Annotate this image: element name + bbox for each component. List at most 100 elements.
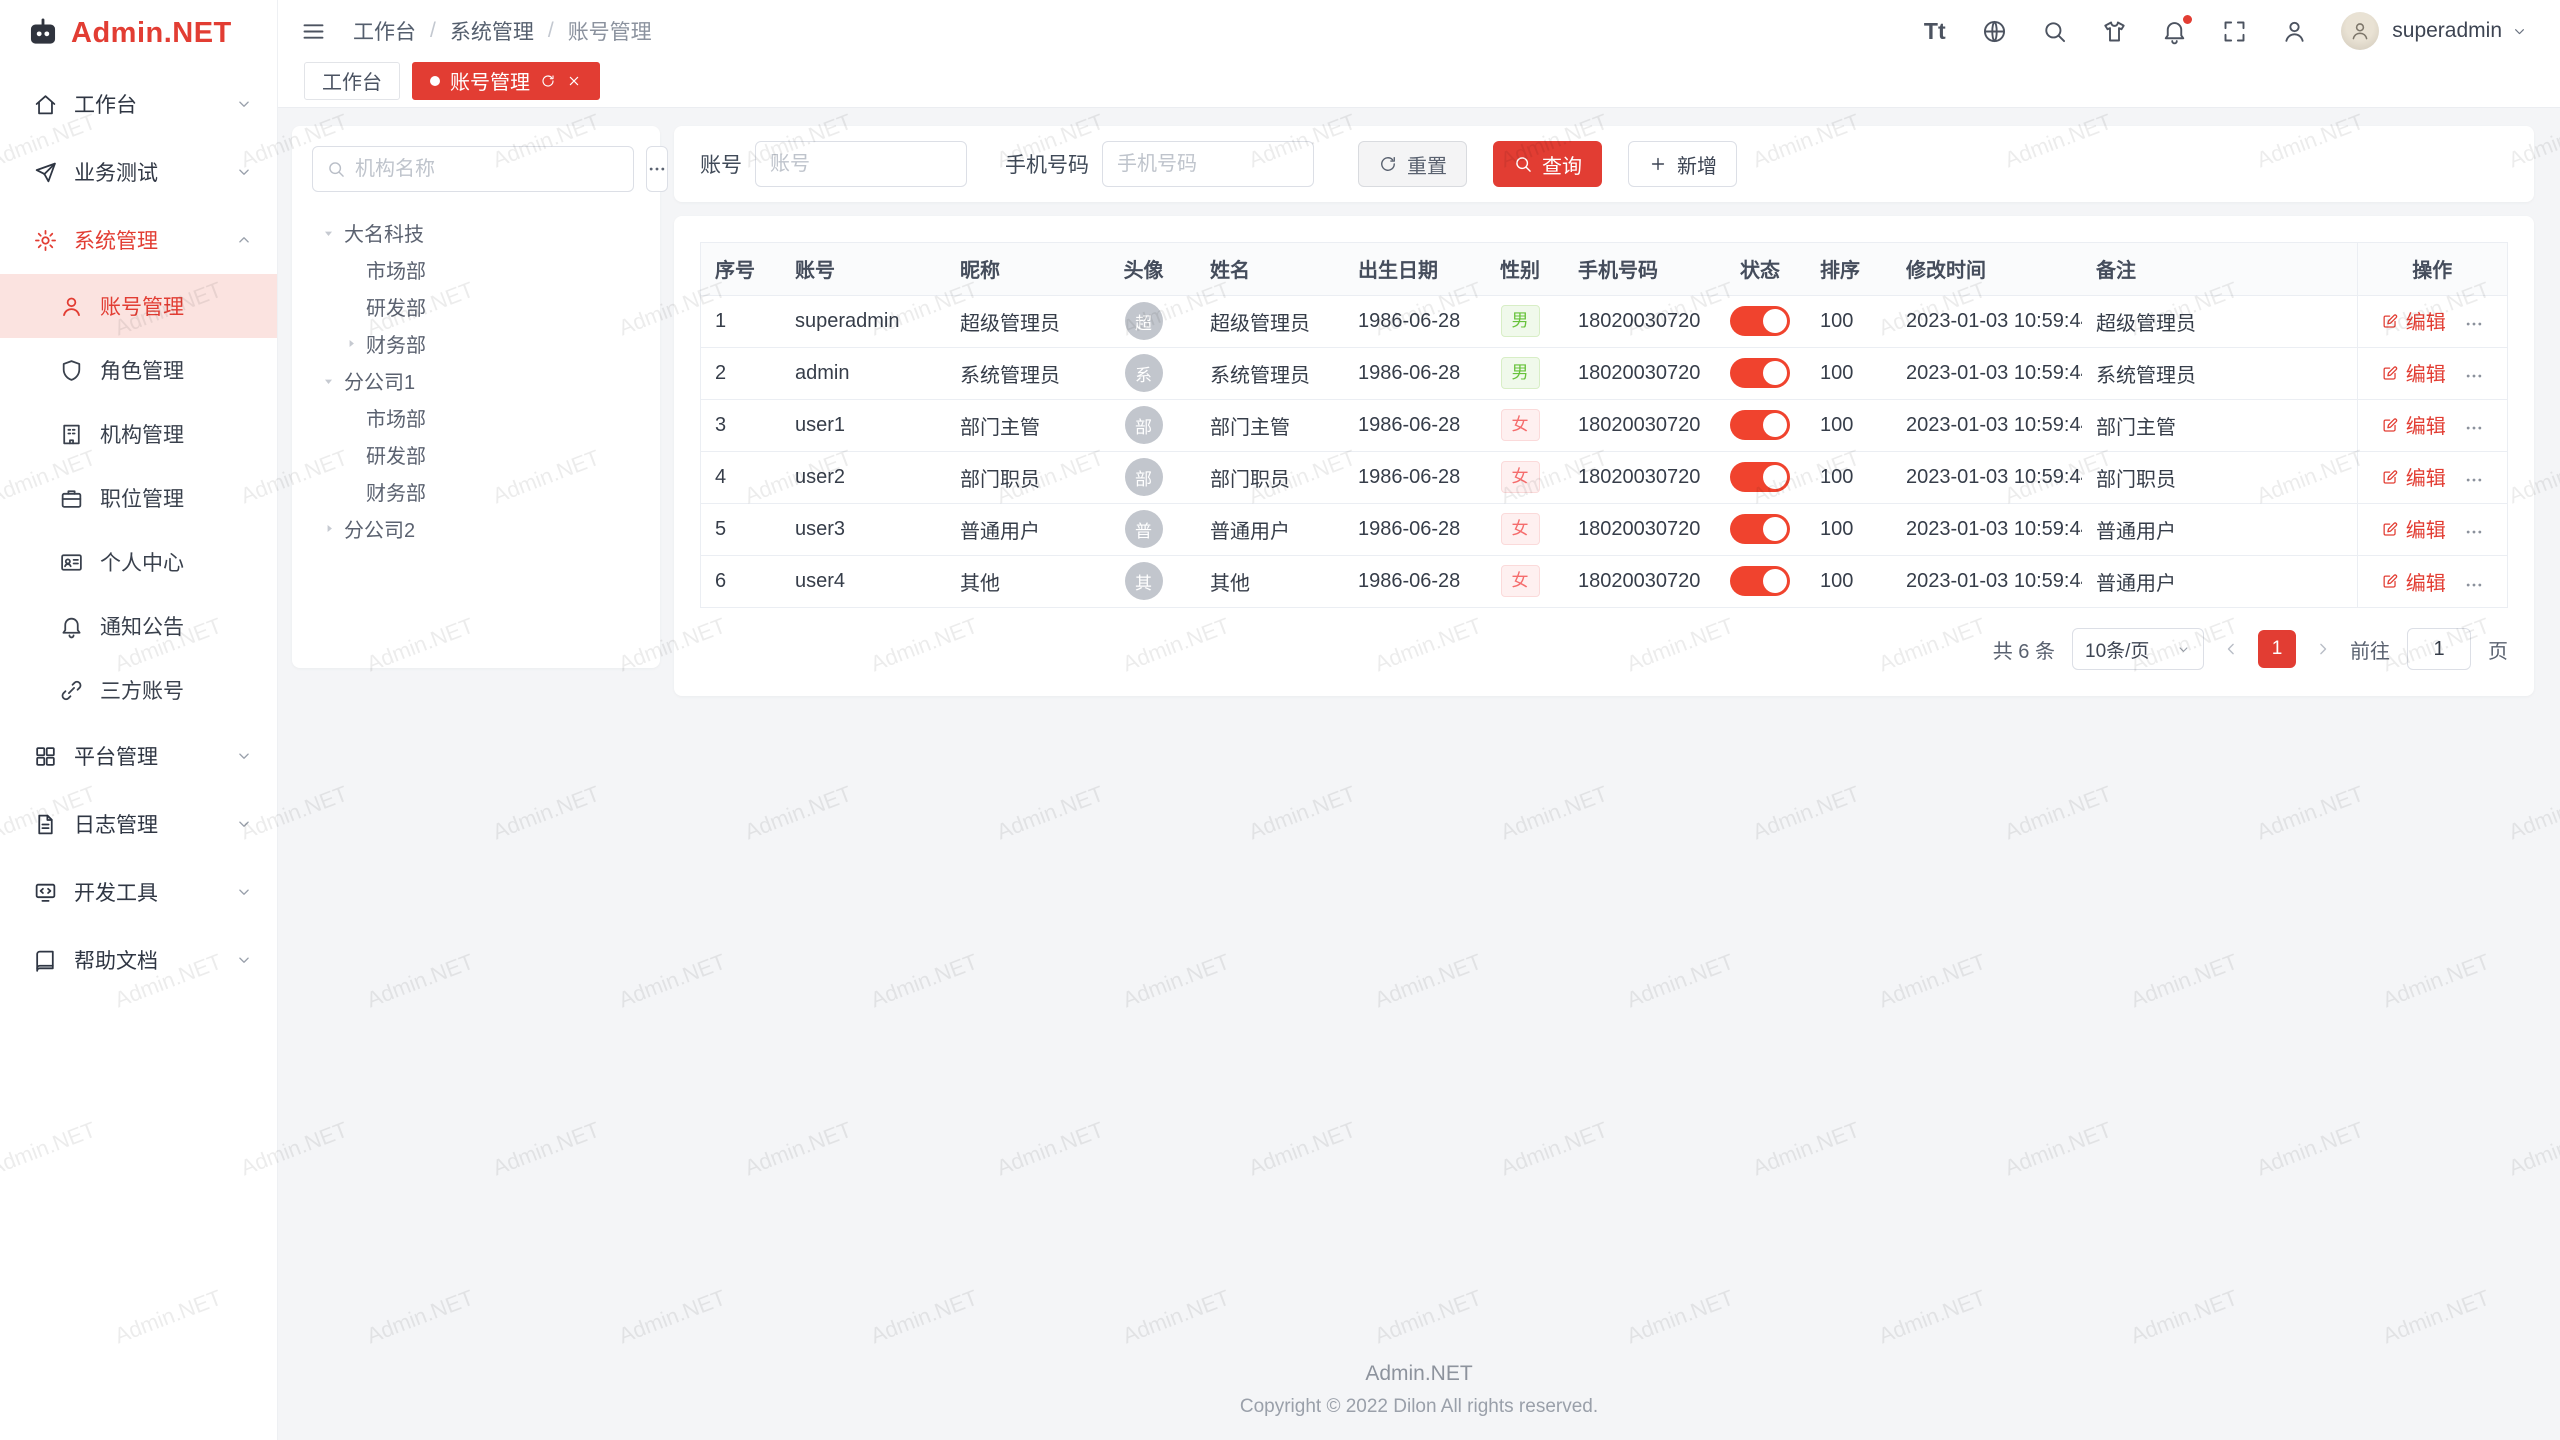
sidebar-item-notice[interactable]: 通知公告: [0, 594, 277, 658]
breadcrumb: 工作台/系统管理/账号管理: [353, 16, 652, 46]
tree-node-label: 研发部: [366, 440, 426, 469]
edit-button[interactable]: 编辑: [2381, 306, 2446, 335]
tree-node-label: 市场部: [366, 403, 426, 432]
tree-node[interactable]: 市场部: [312, 399, 640, 436]
row-more-button[interactable]: [2464, 366, 2484, 386]
chevron-down-icon[interactable]: [2511, 23, 2528, 40]
page-size-select[interactable]: 10条/页: [2072, 628, 2204, 670]
sidebar-item-third-account[interactable]: 三方账号: [0, 658, 277, 722]
cell-sort: 100: [1806, 347, 1892, 399]
reset-button[interactable]: 重置: [1358, 141, 1467, 187]
status-toggle[interactable]: [1730, 306, 1790, 336]
goto-page-input[interactable]: [2407, 628, 2471, 670]
add-button[interactable]: 新增: [1628, 141, 1737, 187]
status-toggle[interactable]: [1730, 566, 1790, 596]
row-more-button[interactable]: [2464, 575, 2484, 595]
language-icon[interactable]: [1981, 18, 2008, 45]
sidebar-item-dev-tools[interactable]: 开发工具: [0, 858, 277, 926]
sidebar-item-biz-test[interactable]: 业务测试: [0, 138, 277, 206]
prev-page-button[interactable]: [2221, 639, 2241, 659]
tree-node[interactable]: 财务部: [312, 325, 640, 362]
notification-icon[interactable]: [2161, 18, 2188, 45]
tree-caret-icon[interactable]: [318, 518, 340, 540]
org-name-input[interactable]: [355, 158, 620, 181]
pagination: 共 6 条 10条/页 1 前往 页: [700, 628, 2508, 670]
tree-caret-icon[interactable]: [340, 333, 362, 355]
cell-birthdate: 1986-06-28: [1344, 295, 1476, 347]
edit-button[interactable]: 编辑: [2381, 410, 2446, 439]
sidebar-item-help-docs[interactable]: 帮助文档: [0, 926, 277, 994]
status-toggle[interactable]: [1730, 358, 1790, 388]
sidebar-item-org-manage[interactable]: 机构管理: [0, 402, 277, 466]
sidebar-item-system-manage[interactable]: 系统管理: [0, 206, 277, 274]
edit-button[interactable]: 编辑: [2381, 358, 2446, 387]
status-toggle[interactable]: [1730, 514, 1790, 544]
search-label: 查询: [1542, 150, 1582, 179]
cell-modified-time: 2023-01-03 10:59:44: [1892, 451, 2082, 503]
edit-icon: [2381, 572, 2399, 590]
tree-node[interactable]: 研发部: [312, 436, 640, 473]
sidebar-item-position-manage[interactable]: 职位管理: [0, 466, 277, 530]
breadcrumb-separator: /: [548, 19, 554, 43]
org-icon: [59, 422, 84, 447]
org-more-button[interactable]: [646, 146, 668, 192]
row-more-button[interactable]: [2464, 418, 2484, 438]
tree-caret-icon[interactable]: [318, 370, 340, 392]
org-tree: 大名科技市场部研发部财务部分公司1市场部研发部财务部分公司2: [312, 214, 640, 547]
tree-node[interactable]: 大名科技: [312, 214, 640, 251]
tree-node[interactable]: 分公司1: [312, 362, 640, 399]
page-number-1[interactable]: 1: [2258, 630, 2296, 668]
row-more-button[interactable]: [2464, 314, 2484, 334]
gender-badge: 女: [1501, 461, 1540, 493]
phone-input[interactable]: [1102, 141, 1314, 187]
row-more-button[interactable]: [2464, 470, 2484, 490]
user-setting-icon[interactable]: [2281, 18, 2308, 45]
cell-phone: 18020030720: [1564, 451, 1714, 503]
tree-node-label: 分公司2: [344, 514, 415, 543]
sidebar-item-platform-manage[interactable]: 平台管理: [0, 722, 277, 790]
status-toggle[interactable]: [1730, 462, 1790, 492]
sidebar-item-account-manage[interactable]: 账号管理: [0, 274, 277, 338]
sidebar-item-role-manage[interactable]: 角色管理: [0, 338, 277, 402]
tree-node[interactable]: 市场部: [312, 251, 640, 288]
theme-icon[interactable]: [2101, 18, 2128, 45]
username[interactable]: superadmin: [2392, 19, 2502, 43]
sidebar-item-personal-center[interactable]: 个人中心: [0, 530, 277, 594]
tab-close-icon[interactable]: [566, 73, 582, 89]
chevron-down-icon: [2176, 642, 2191, 657]
table-header-row: 序号账号昵称头像姓名出生日期性别手机号码状态排序修改时间备注操作: [701, 243, 2507, 295]
next-page-button[interactable]: [2313, 639, 2333, 659]
account-input[interactable]: [755, 141, 967, 187]
tab-workbench[interactable]: 工作台: [304, 62, 400, 100]
tab-account-manage[interactable]: 账号管理: [412, 62, 600, 100]
table-row: 4user2部门职员部部门职员1986-06-28女18020030720100…: [701, 451, 2507, 503]
font-size-icon[interactable]: Tt: [1921, 18, 1948, 45]
tree-node[interactable]: 研发部: [312, 288, 640, 325]
tree-node[interactable]: 分公司2: [312, 510, 640, 547]
page-unit: 页: [2488, 635, 2508, 664]
search-icon[interactable]: [2041, 18, 2068, 45]
cell-nickname: 部门职员: [946, 451, 1091, 503]
breadcrumb-item[interactable]: 系统管理: [450, 16, 534, 46]
breadcrumb-item[interactable]: 账号管理: [568, 16, 652, 46]
fullscreen-icon[interactable]: [2221, 18, 2248, 45]
edit-button[interactable]: 编辑: [2381, 567, 2446, 596]
cell-remark: 部门职员: [2082, 451, 2357, 503]
edit-button[interactable]: 编辑: [2381, 514, 2446, 543]
avatar[interactable]: [2341, 12, 2379, 50]
breadcrumb-item[interactable]: 工作台: [353, 16, 416, 46]
search-button[interactable]: 查询: [1493, 141, 1602, 187]
row-more-button[interactable]: [2464, 522, 2484, 542]
tree-caret-icon[interactable]: [318, 222, 340, 244]
menu-collapse-icon[interactable]: [300, 18, 327, 45]
edit-button[interactable]: 编辑: [2381, 462, 2446, 491]
sidebar-item-log-manage[interactable]: 日志管理: [0, 790, 277, 858]
cell-avatar-wrap: 系: [1091, 347, 1196, 399]
status-toggle[interactable]: [1730, 410, 1790, 440]
app-logo[interactable]: Admin.NET: [0, 0, 277, 66]
sidebar-item-workbench[interactable]: 工作台: [0, 70, 277, 138]
cell-operations: 编辑: [2357, 399, 2507, 451]
cell-status: [1714, 451, 1806, 503]
tab-refresh-icon[interactable]: [540, 73, 556, 89]
tree-node[interactable]: 财务部: [312, 473, 640, 510]
